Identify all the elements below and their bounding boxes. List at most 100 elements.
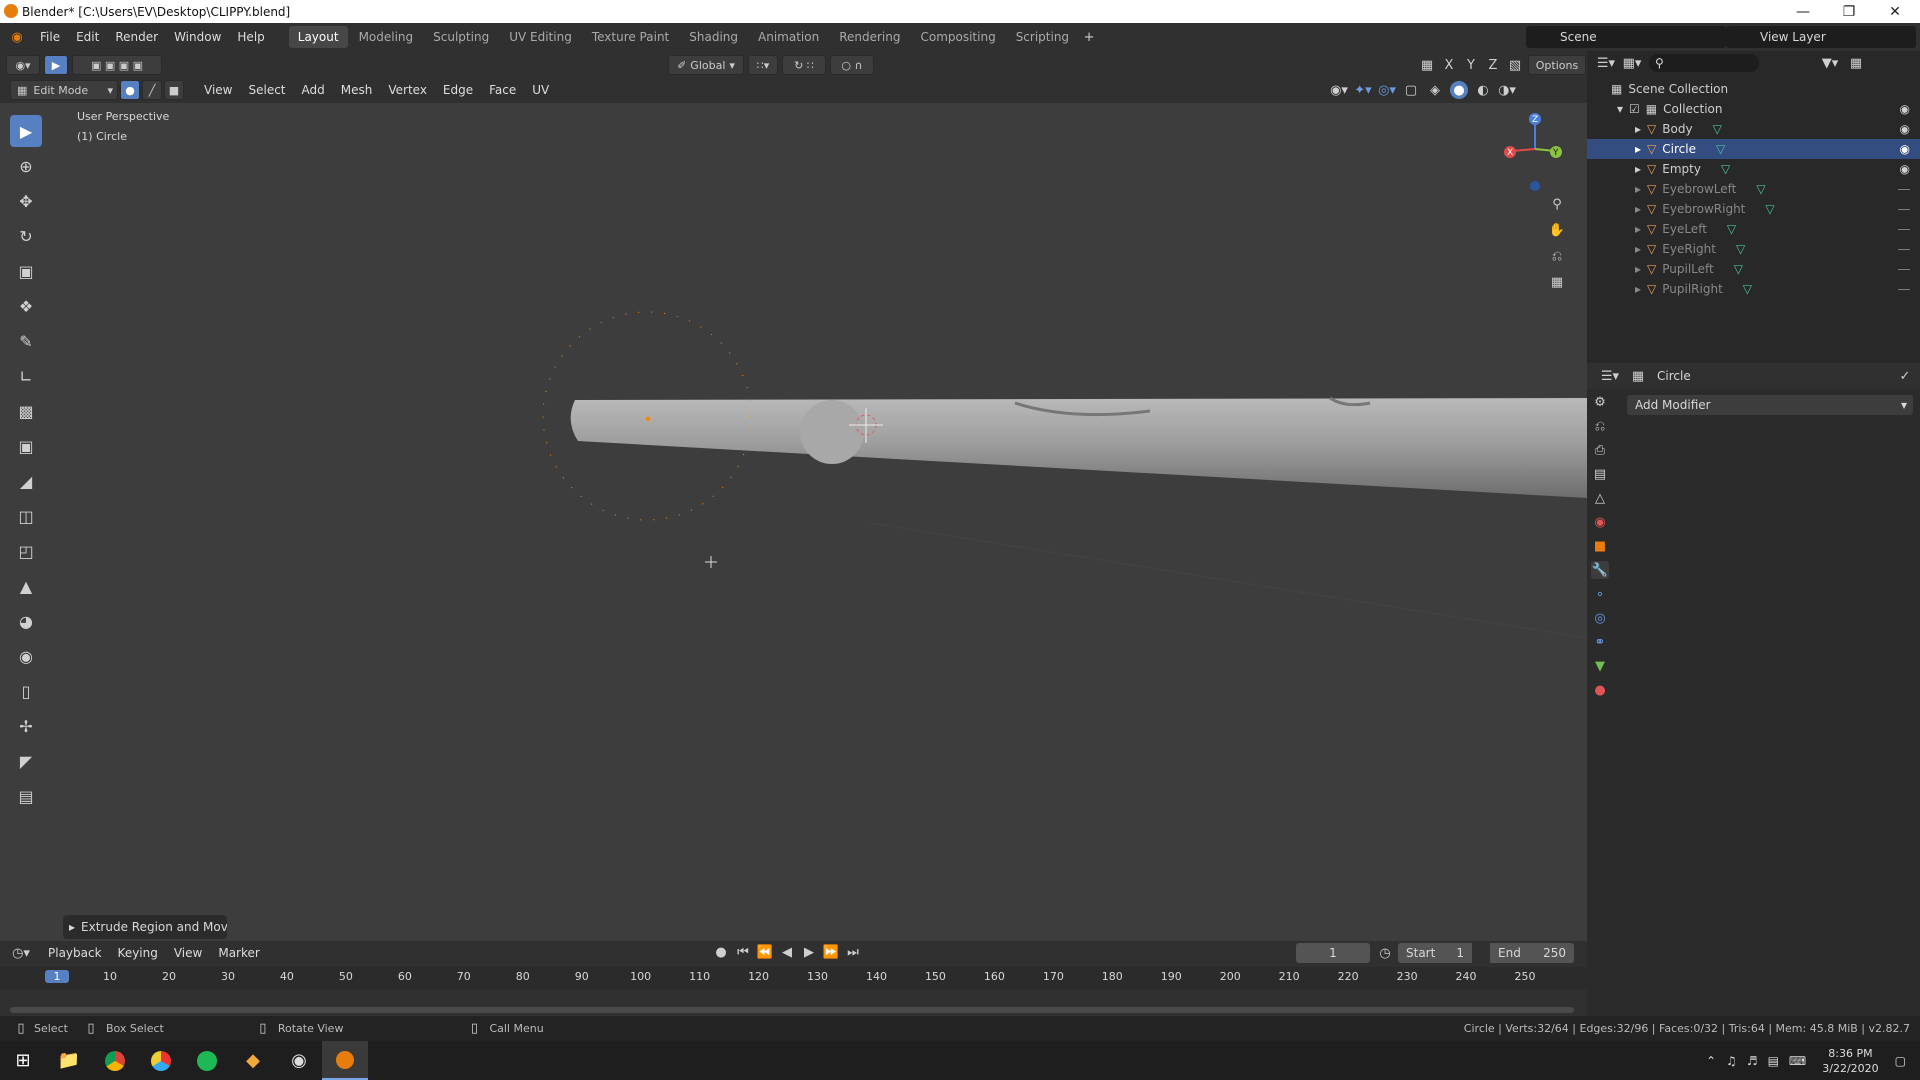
play-icon[interactable]: ▶	[800, 943, 818, 961]
menu-edit[interactable]: Edit	[68, 30, 107, 44]
davinci-resolve-icon[interactable]	[138, 1041, 184, 1080]
tray-chevron-icon[interactable]: ⌃	[1706, 1054, 1716, 1068]
eye-icon[interactable]: ◉	[1900, 122, 1910, 136]
tab-animation[interactable]: Animation	[749, 26, 828, 48]
eye-icon[interactable]: ―	[1898, 262, 1910, 276]
expand-icon[interactable]: ▸	[1635, 242, 1641, 256]
menu-render[interactable]: Render	[107, 30, 166, 44]
3d-viewport[interactable]: User Perspective (1) Circle ▸ Extrude Re…	[0, 103, 1587, 941]
face-select-button[interactable]: ■	[164, 80, 184, 100]
move-tool-icon[interactable]: ✥	[10, 185, 42, 217]
obs-icon[interactable]: ◉	[276, 1041, 322, 1080]
next-keyframe-icon[interactable]: ⏩	[822, 943, 840, 961]
xray-icon[interactable]: ▢	[1402, 81, 1420, 99]
proportional-edit-button[interactable]: ○ ∩	[830, 55, 874, 75]
tab-modeling[interactable]: Modeling	[350, 26, 423, 48]
object-props-icon[interactable]: ■	[1591, 537, 1609, 555]
menu-vertex[interactable]: Vertex	[380, 83, 435, 97]
outliner-item[interactable]: ▸ ▽ PupilRight ▽ ―	[1587, 279, 1920, 299]
outliner-item[interactable]: ▸ ▽ EyeRight ▽ ―	[1587, 239, 1920, 259]
chrome-icon[interactable]	[92, 1041, 138, 1080]
network-icon[interactable]: ▤	[1768, 1054, 1779, 1068]
blender-taskbar-icon[interactable]	[322, 1041, 368, 1080]
end-frame-field[interactable]: End 250	[1490, 943, 1574, 963]
eye-icon[interactable]: ◉	[1900, 142, 1910, 156]
select-box-tool-icon[interactable]: ▶	[10, 115, 42, 147]
properties-editor-icon[interactable]: ☰▾	[1601, 367, 1619, 385]
menu-edge[interactable]: Edge	[435, 83, 481, 97]
record-icon[interactable]: ●	[712, 943, 730, 961]
extrude-tool-icon[interactable]: ▩	[10, 395, 42, 427]
windows-start-icon[interactable]: ⊞	[0, 1041, 46, 1080]
snap-button[interactable]: ↻ ∷	[782, 55, 826, 75]
outliner-item[interactable]: ▸ ▽ EyebrowLeft ▽ ―	[1587, 179, 1920, 199]
camera-icon[interactable]: ⎌	[1548, 247, 1566, 265]
vertex-select-button[interactable]: ●	[120, 80, 140, 100]
timeline-menu-marker[interactable]: Marker	[210, 946, 267, 960]
navigation-gizmo[interactable]: Z X Y	[1500, 111, 1570, 191]
checkbox-icon[interactable]: ☑	[1629, 102, 1640, 116]
tab-shading[interactable]: Shading	[680, 26, 747, 48]
expand-icon[interactable]: ▸	[1635, 162, 1641, 176]
outliner-item[interactable]: ▸ ▽ EyeLeft ▽ ―	[1587, 219, 1920, 239]
poly-build-tool-icon[interactable]: ▲	[10, 570, 42, 602]
new-collection-icon[interactable]: ▦	[1847, 54, 1865, 72]
tab-scripting[interactable]: Scripting	[1007, 26, 1078, 48]
tab-sculpting[interactable]: Sculpting	[424, 26, 498, 48]
eye-icon[interactable]: ―	[1898, 182, 1910, 196]
output-props-icon[interactable]: ⎙	[1591, 441, 1609, 459]
view-layer-props-icon[interactable]: ▤	[1591, 465, 1609, 483]
outliner-editor-icon[interactable]: ☰▾	[1597, 54, 1615, 72]
cursor-tool-icon[interactable]: ⊕	[10, 150, 42, 182]
spotify-icon[interactable]	[184, 1041, 230, 1080]
tab-uv-editing[interactable]: UV Editing	[500, 26, 581, 48]
inset-tool-icon[interactable]: ▣	[10, 430, 42, 462]
zoom-icon[interactable]: ⚲	[1548, 195, 1566, 213]
pin-icon[interactable]: ✓	[1896, 367, 1914, 385]
display-mode-icon[interactable]: ▦▾	[1623, 54, 1642, 72]
eye-icon[interactable]: ―	[1898, 242, 1910, 256]
timeline-editor-icon[interactable]: ◷▾	[12, 944, 30, 962]
constraints-props-icon[interactable]: ⚭	[1591, 633, 1609, 651]
minimize-button[interactable]: —	[1780, 0, 1826, 23]
overlay-icon[interactable]: ◎▾	[1378, 81, 1396, 99]
edge-slide-tool-icon[interactable]: ▯	[10, 675, 42, 707]
mode-selector[interactable]: ▦ Edit Mode ▾	[10, 80, 118, 100]
menu-face[interactable]: Face	[481, 83, 524, 97]
timeline-menu-keying[interactable]: Keying	[110, 946, 166, 960]
tool-props-icon[interactable]: ⚙	[1591, 393, 1609, 411]
menu-help[interactable]: Help	[229, 30, 272, 44]
expand-icon[interactable]: ▸	[1635, 222, 1641, 236]
outliner-search[interactable]: ⚲	[1649, 54, 1759, 72]
measure-tool-icon[interactable]: ∟	[10, 360, 42, 392]
world-props-icon[interactable]: ◉	[1591, 513, 1609, 531]
jump-end-icon[interactable]: ⏭	[844, 943, 862, 961]
restore-button[interactable]: ❐	[1826, 0, 1872, 23]
expand-icon[interactable]: ▸	[1635, 282, 1641, 296]
visibility-icon[interactable]: ◉▾	[1330, 81, 1348, 99]
filter-icon[interactable]: ▼▾	[1821, 54, 1839, 72]
physics-props-icon[interactable]: ◎	[1591, 609, 1609, 627]
timeline-menu-playback[interactable]: Playback	[40, 946, 110, 960]
tab-layout[interactable]: Layout	[288, 26, 348, 48]
editor-type-button[interactable]: ◉▾	[6, 55, 40, 75]
wireframe-shading-icon[interactable]: ◈	[1426, 81, 1444, 99]
particles-props-icon[interactable]: ∘	[1591, 585, 1609, 603]
pan-hand-icon[interactable]: ✋	[1548, 221, 1566, 239]
annotate-tool-icon[interactable]: ✎	[10, 325, 42, 357]
render-props-icon[interactable]: ⎌	[1591, 417, 1609, 435]
rendered-shading-icon[interactable]: ◑▾	[1498, 81, 1516, 99]
axis-x-toggle[interactable]: X	[1440, 56, 1458, 74]
scene-collection-row[interactable]: ▦ Scene Collection	[1587, 79, 1920, 99]
outliner-item[interactable]: ▸ ▽ PupilLeft ▽ ―	[1587, 259, 1920, 279]
current-frame-field[interactable]: 1	[1296, 943, 1370, 963]
volume-icon[interactable]: ♬	[1747, 1054, 1758, 1068]
expand-icon[interactable]: ▸	[1635, 122, 1641, 136]
options-dropdown[interactable]: Options	[1528, 55, 1586, 75]
knife-tool-icon[interactable]: ◰	[10, 535, 42, 567]
transform-orientation-dropdown[interactable]: ✐ Global ▾	[668, 55, 744, 75]
shrink-fatten-tool-icon[interactable]: ✢	[10, 710, 42, 742]
stopwatch-icon[interactable]: ◷	[1376, 944, 1394, 962]
mirror-icon[interactable]: ▦	[1418, 56, 1436, 74]
tab-texture-paint[interactable]: Texture Paint	[583, 26, 678, 48]
